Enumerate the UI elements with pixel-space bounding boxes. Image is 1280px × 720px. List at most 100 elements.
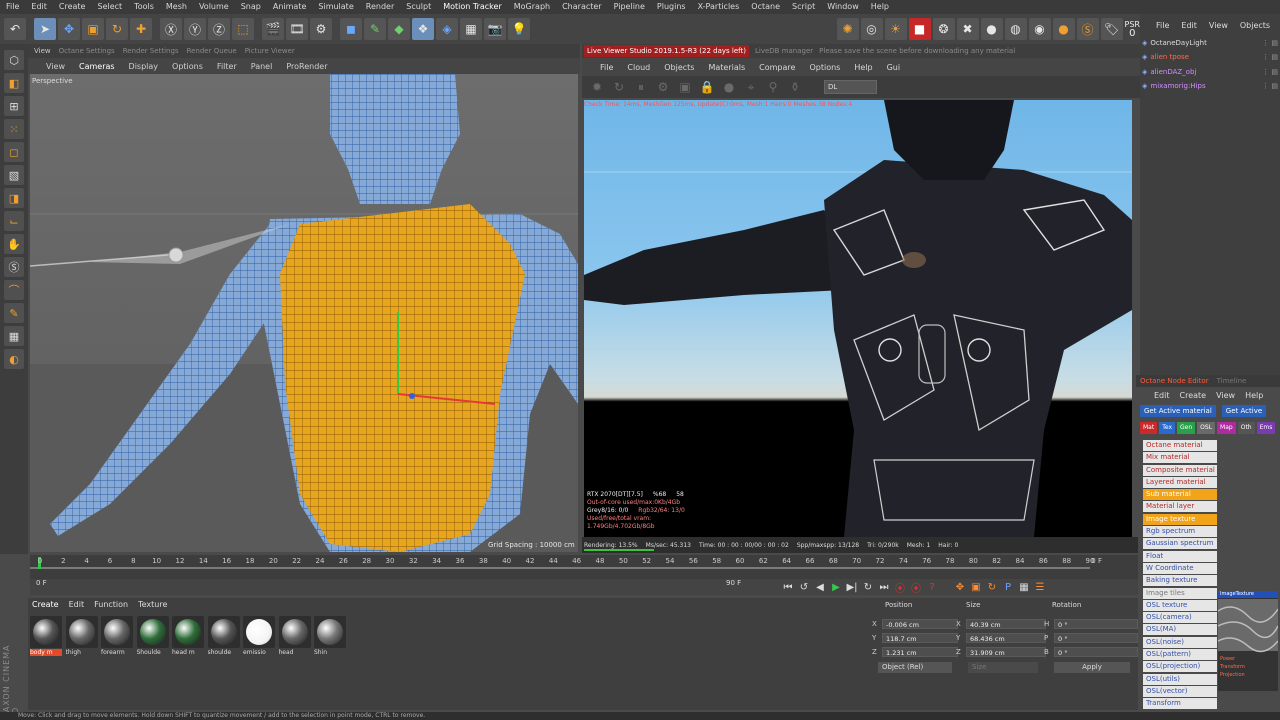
texture-mode-icon[interactable]: ◧ (4, 73, 24, 93)
rot-field[interactable]: 0 ° (1054, 646, 1138, 657)
array-icon[interactable]: ❖ (412, 18, 434, 40)
add-tool-icon[interactable]: ✚ (130, 18, 152, 40)
menu-render[interactable]: Render (360, 0, 400, 14)
workplane-icon[interactable]: ⊞ (4, 96, 24, 116)
autokey-icon[interactable]: ⦿ (908, 580, 924, 595)
objects-menu-objects[interactable]: Objects (1240, 21, 1270, 30)
scale-key-icon[interactable]: ▣ (968, 580, 984, 594)
material-menu-function[interactable]: Function (94, 600, 128, 609)
node-category-gen[interactable]: Gen (1177, 422, 1196, 434)
rot-field[interactable]: 0 ° (1054, 632, 1138, 643)
current-frame-field[interactable]: 0 F (36, 579, 47, 587)
material-thumbnail[interactable] (243, 616, 275, 648)
grid-icon[interactable]: ▦ (4, 326, 24, 346)
node-item[interactable]: Image texture (1143, 513, 1217, 525)
node-editor-menu-view[interactable]: View (1216, 391, 1235, 400)
viewport-menu-panel[interactable]: Panel (251, 62, 273, 71)
send-scene-icon[interactable]: ✹ (590, 80, 604, 94)
objects-menu-view[interactable]: View (1209, 21, 1228, 30)
node-editor-menu-edit[interactable]: Edit (1154, 391, 1170, 400)
menu-sculpt[interactable]: Sculpt (400, 0, 437, 14)
render-view[interactable] (584, 100, 1132, 537)
node-category-osl[interactable]: OSL (1197, 422, 1216, 434)
node-category-ems[interactable]: Ems (1256, 422, 1276, 434)
axis-mode-icon[interactable]: ⌙ (4, 211, 24, 231)
node-item[interactable]: Baking texture (1143, 575, 1217, 587)
3d-viewport[interactable] (30, 74, 578, 552)
paint-icon[interactable]: ◐ (4, 349, 24, 369)
material-item[interactable]: emissio (243, 616, 275, 656)
node-item[interactable]: OSL(noise) (1143, 636, 1217, 648)
coordinate-system-icon[interactable]: ⬚ (232, 18, 254, 40)
camera-icon[interactable]: 📷 (484, 18, 506, 40)
apply-button[interactable]: Apply (1054, 662, 1130, 673)
material-thumbnail[interactable] (207, 616, 240, 648)
render-view-icon[interactable]: 🎬 (262, 18, 284, 40)
material-menu-texture[interactable]: Texture (138, 600, 167, 609)
timeline-menu-icon[interactable]: ☰ (1032, 580, 1048, 594)
viewport-menu-prorender[interactable]: ProRender (286, 62, 327, 71)
timeline-track[interactable] (30, 567, 1090, 569)
material-menu-edit[interactable]: Edit (69, 600, 85, 609)
model-mode-icon[interactable]: ⬡ (4, 50, 24, 70)
pen-spline-icon[interactable]: ✎ (364, 18, 386, 40)
node-category-map[interactable]: Map (1217, 422, 1236, 434)
go-start-icon[interactable]: ⏮ (780, 580, 796, 594)
objects-menu-edit[interactable]: Edit (1181, 21, 1197, 30)
object-row[interactable]: ◈ alien tpose ⋮ ▤ (1142, 51, 1278, 64)
tag-icon[interactable]: 🏷 (1100, 18, 1123, 40)
node-item[interactable]: OSL(camera) (1143, 612, 1217, 624)
material-item[interactable]: thigh (65, 616, 98, 656)
get-active-material-button[interactable]: Get Active material (1140, 405, 1216, 417)
menu-simulate[interactable]: Simulate (312, 0, 359, 14)
menu-script[interactable]: Script (786, 0, 821, 14)
snap-icon[interactable]: Ⓢ (4, 257, 24, 277)
dribbble-icon[interactable]: ❂ (932, 18, 955, 40)
live-viewer-menu-gui[interactable]: Gui (887, 63, 901, 72)
object-visibility-dots[interactable]: ⋮ ▤ (1262, 68, 1278, 76)
node-category-oth[interactable]: Oth (1237, 422, 1255, 434)
menu-snap[interactable]: Snap (235, 0, 267, 14)
coordinate-system-select[interactable]: Object (Rel) (878, 662, 952, 673)
tweak-mode-icon[interactable]: ✋ (4, 234, 24, 254)
tab-view[interactable]: View (34, 47, 51, 55)
node-item[interactable]: Sub material (1143, 489, 1217, 501)
record-icon[interactable]: ■ (908, 18, 931, 40)
y-axis-lock-icon[interactable]: Ⓨ (184, 18, 206, 40)
region-icon[interactable]: ▣ (678, 80, 692, 94)
live-viewer-menu-compare[interactable]: Compare (759, 63, 795, 72)
next-frame-icon[interactable]: ▶| (844, 580, 860, 594)
node-item[interactable]: Image tiles (1143, 587, 1217, 599)
menu-plugins[interactable]: Plugins (651, 0, 692, 14)
material-thumbnail[interactable] (101, 616, 133, 648)
material-thumbnail[interactable] (314, 616, 346, 648)
pause-icon[interactable]: ⏸ (634, 80, 648, 94)
viewport-menu-cameras[interactable]: Cameras (79, 62, 115, 71)
live-selection-icon[interactable]: ➤ (34, 18, 56, 40)
material-item[interactable]: head (278, 616, 311, 656)
material-item[interactable]: head m (172, 616, 204, 656)
node-item[interactable]: OSL(vector) (1143, 685, 1217, 697)
param-key-icon[interactable]: P (1000, 580, 1016, 594)
sculpt-icon[interactable]: ✎ (4, 303, 24, 323)
light-icon[interactable]: 💡 (508, 18, 530, 40)
size-field[interactable]: 31.909 cm (966, 646, 1046, 657)
menu-create[interactable]: Create (53, 0, 92, 14)
node-category-mat[interactable]: Mat (1140, 422, 1158, 434)
points-mode-icon[interactable]: ⁙ (4, 119, 24, 139)
render-picture-viewer-icon[interactable]: 🎞 (286, 18, 308, 40)
viewport-menu-filter[interactable]: Filter (217, 62, 237, 71)
render-channel-select[interactable]: DL (824, 80, 877, 94)
material-picker-icon[interactable]: ⚱ (788, 80, 802, 94)
render-settings-icon[interactable]: ⚙ (310, 18, 332, 40)
prev-key-icon[interactable]: ↺ (796, 580, 812, 594)
menu-octane[interactable]: Octane (745, 0, 786, 14)
menu-mesh[interactable]: Mesh (160, 0, 193, 14)
viewport-menu-options[interactable]: Options (172, 62, 203, 71)
object-visibility-dots[interactable]: ⋮ ▤ (1262, 39, 1278, 47)
node-editor-menu-help[interactable]: Help (1245, 391, 1263, 400)
node-item[interactable]: Layered material (1143, 476, 1217, 488)
tab-render-settings[interactable]: Render Settings (123, 47, 179, 55)
octane-target-icon[interactable]: ◎ (860, 18, 883, 40)
play-icon[interactable]: ▶ (828, 580, 844, 594)
